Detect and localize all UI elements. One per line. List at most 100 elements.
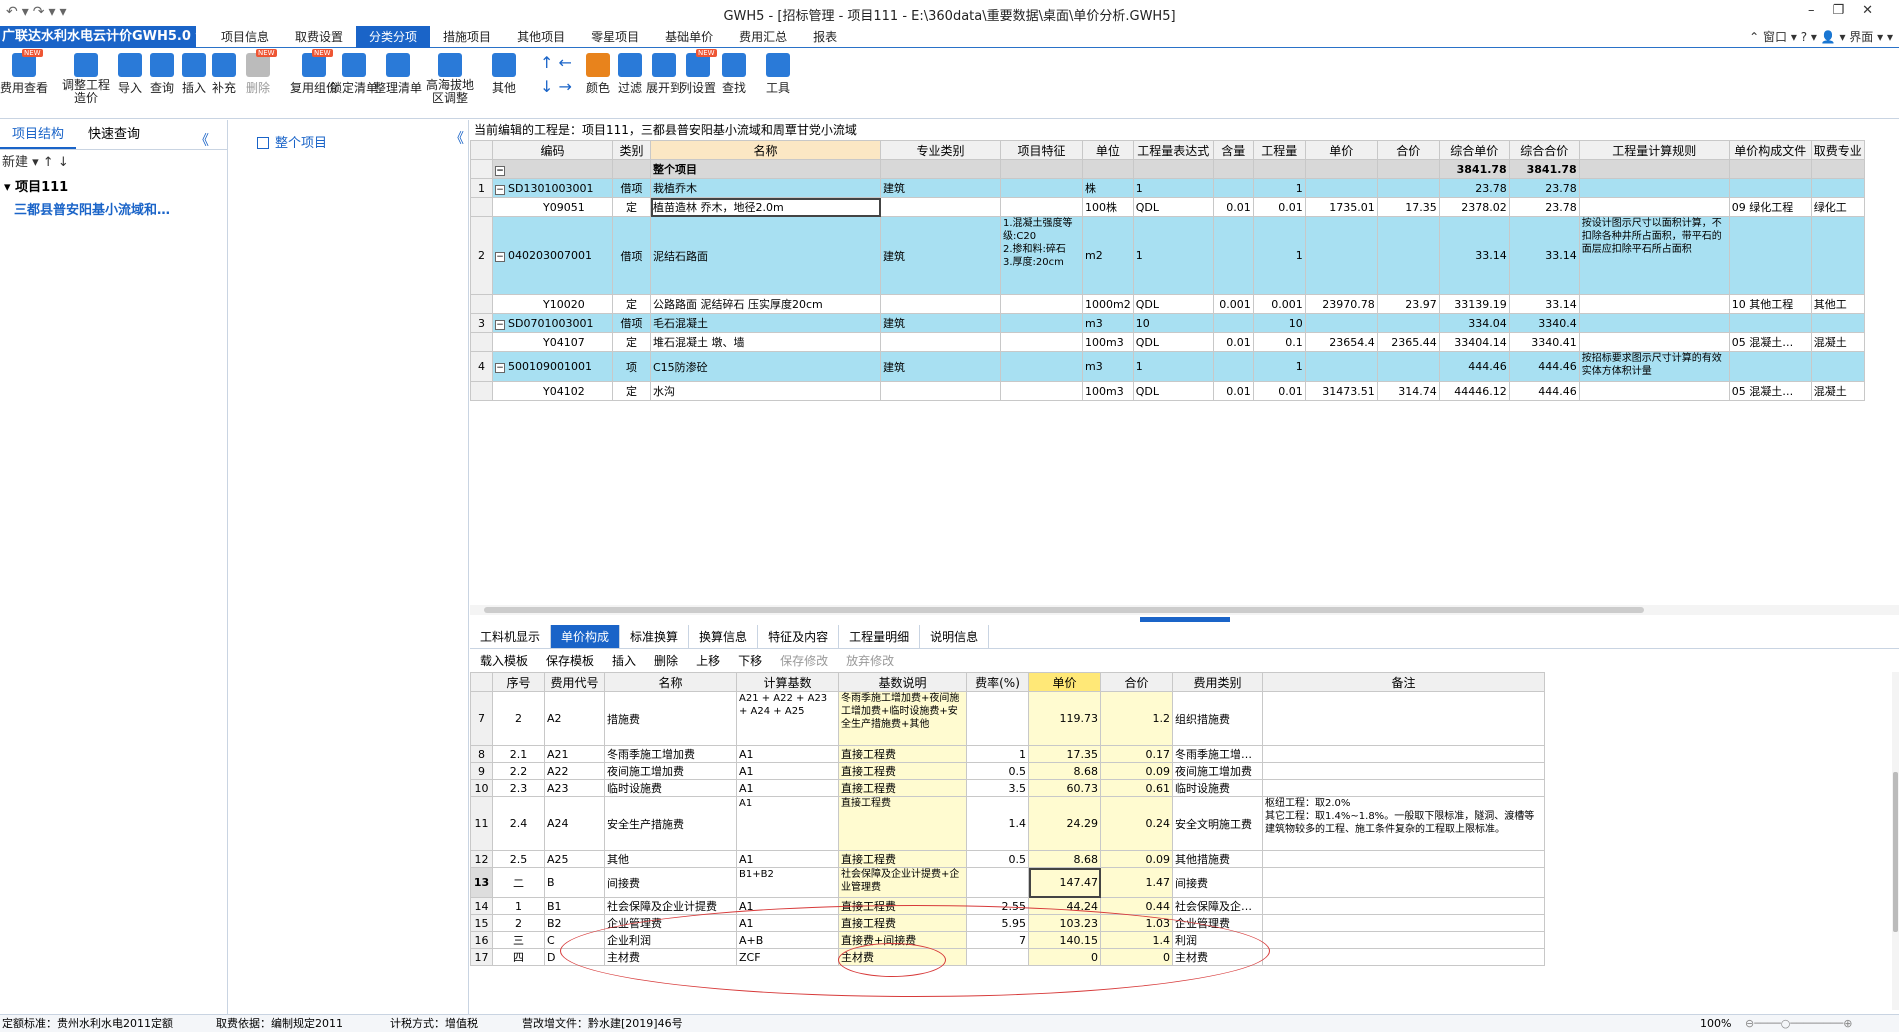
cell-desc[interactable]: 冬雨季施工增加费+夜间施工增加费+临时设施费+安全生产措施费+其他	[838, 691, 967, 746]
cell-seq[interactable]: 1	[492, 897, 545, 915]
cell-file[interactable]: 10 其他工程	[1728, 294, 1812, 314]
column-header[interactable]: 备注	[1262, 672, 1545, 692]
cell-rule[interactable]: 按招标要求图示尺寸计算的有效实体方体积计量	[1578, 351, 1730, 382]
cell-price[interactable]	[1304, 178, 1378, 198]
column-header[interactable]: 基数说明	[838, 672, 967, 692]
vertical-scrollbar[interactable]	[1892, 672, 1899, 1010]
window-controls[interactable]: –❐✕	[1808, 3, 1891, 18]
table-row[interactable]: 10 2.3 A23 临时设施费 A1 直接工程费 3.5 60.73 0.61 临时设施费	[470, 779, 1545, 797]
cell-file[interactable]: 05 混凝土…	[1728, 332, 1812, 352]
cell-total[interactable]	[1376, 216, 1440, 295]
cell-code[interactable]: −	[492, 159, 613, 179]
cell-ctotal[interactable]: 33.14	[1508, 216, 1580, 295]
bottom-tool-button[interactable]: 保存修改	[780, 654, 828, 668]
cell-spec[interactable]: 建筑	[880, 351, 1001, 382]
table-row[interactable]: 11 2.4 A24 安全生产措施费 A1 直接工程费 1.4 24.29 0.24 安全文明施工…	[470, 796, 1545, 851]
cell-cat[interactable]: 组织措施费	[1172, 691, 1263, 746]
cell-code[interactable]: Y10020	[492, 294, 613, 314]
cell-spec[interactable]	[880, 381, 1001, 401]
app-brand-menu[interactable]: 广联达水利水电云计价GWH5.0 ▾	[0, 26, 196, 48]
toolbar-button[interactable]: 补充	[212, 53, 236, 96]
menu-item[interactable]: 措施项目	[430, 26, 504, 48]
collapse-icon[interactable]: −	[495, 165, 505, 176]
horizontal-scrollbar[interactable]	[470, 605, 1899, 615]
collapse-icon[interactable]: −	[495, 363, 505, 373]
column-header[interactable]: 合价	[1376, 140, 1440, 160]
cell-code[interactable]: A2	[544, 691, 605, 746]
table-row[interactable]: Y10020 定公路路面 泥结碎石 压实厚度20cm 1000m2 QDL 0.001 0…	[470, 294, 1865, 314]
cell-code[interactable]: − SD0701003001	[492, 313, 613, 333]
cell-unit[interactable]: m3	[1082, 351, 1134, 382]
cell-feat[interactable]	[1000, 294, 1083, 314]
cell-code[interactable]: A22	[544, 762, 605, 780]
toolbar-button[interactable]: 过滤	[618, 53, 642, 96]
bottom-tab[interactable]: 单价构成	[551, 625, 621, 648]
column-header[interactable]: 单价构成文件	[1728, 140, 1812, 160]
column-header[interactable]: 项目特征	[1000, 140, 1083, 160]
toolbar-button[interactable]: 整理清单	[374, 53, 422, 96]
cell-seq[interactable]: 2	[492, 691, 545, 746]
toolbar-button[interactable]: 其他	[492, 53, 516, 96]
cell-expr[interactable]: 1	[1132, 216, 1214, 295]
cell-ctotal[interactable]: 444.46	[1508, 351, 1580, 382]
cell-expr[interactable]: 10	[1132, 313, 1214, 333]
cell-total[interactable]: 0.17	[1100, 745, 1173, 763]
cell-cat[interactable]: 社会保障及企…	[1172, 897, 1263, 915]
cell-price[interactable]	[1304, 351, 1378, 382]
cell-note[interactable]	[1262, 745, 1545, 763]
cell-name[interactable]: 临时设施费	[604, 779, 737, 797]
cell-fee[interactable]: 混凝土	[1810, 332, 1865, 352]
table-row[interactable]: Y04107 定堆石混凝土 墩、墙 100m3 QDL 0.01 0.1 23654.4 23…	[470, 332, 1865, 352]
cell-seq[interactable]: 四	[492, 948, 545, 966]
cell-total[interactable]: 2365.44	[1376, 332, 1440, 352]
cell-total[interactable]: 0.24	[1100, 796, 1173, 851]
cell-rate[interactable]: 1	[966, 745, 1029, 763]
cell-total[interactable]: 0.09	[1100, 762, 1173, 780]
cell-code[interactable]: Y04102	[492, 381, 613, 401]
cell-cprice[interactable]: 334.04	[1438, 313, 1510, 333]
bottom-tab[interactable]: 说明信息	[920, 625, 990, 648]
cell-type[interactable]	[612, 159, 651, 179]
cell-name[interactable]: 冬雨季施工增加费	[604, 745, 737, 763]
cell-cnt[interactable]	[1212, 178, 1254, 198]
cell-cnt[interactable]: 0.01	[1212, 381, 1254, 401]
cell-desc[interactable]: 直接工程费	[838, 762, 967, 780]
cell-total[interactable]	[1376, 313, 1440, 333]
cell-total[interactable]: 23.97	[1376, 294, 1440, 314]
cell-ctotal[interactable]: 3340.41	[1508, 332, 1580, 352]
cell-feat[interactable]	[1000, 178, 1083, 198]
bottom-tab[interactable]: 标准换算	[620, 625, 690, 648]
cell-base[interactable]: A1	[736, 850, 839, 868]
cell-feat[interactable]: 1.混凝土强度等级:C20 2.掺和料:碎石 3.厚度:20cm	[1000, 216, 1083, 295]
cell-price[interactable]: 17.35	[1028, 745, 1101, 763]
collapse-left-icon[interactable]: 《	[183, 126, 221, 156]
cell-total[interactable]	[1376, 351, 1440, 382]
cell-ctotal[interactable]: 23.78	[1508, 178, 1580, 198]
cell-spec[interactable]: 建筑	[880, 313, 1001, 333]
cell-rate[interactable]: 1.4	[966, 796, 1029, 851]
cell-unit[interactable]: m3	[1082, 313, 1134, 333]
cell-file[interactable]	[1728, 178, 1812, 198]
toolbar-button[interactable]: 颜色	[586, 53, 610, 96]
bottom-tool-button[interactable]: 载入模板	[480, 654, 528, 668]
cell-type[interactable]: 定	[612, 381, 651, 401]
cell-desc[interactable]: 直接工程费	[838, 850, 967, 868]
cell-total[interactable]: 0.09	[1100, 850, 1173, 868]
cell-price[interactable]: 60.73	[1028, 779, 1101, 797]
cell-seq[interactable]: 2.3	[492, 779, 545, 797]
cell-name[interactable]: 水沟	[650, 381, 881, 401]
cell-type[interactable]: 定	[612, 294, 651, 314]
cell-expr[interactable]	[1132, 159, 1214, 179]
cell-file[interactable]	[1728, 216, 1812, 295]
cell-code[interactable]: A23	[544, 779, 605, 797]
cell-rate[interactable]: 3.5	[966, 779, 1029, 797]
cell-name[interactable]: 间接费	[604, 867, 737, 898]
cell-cnt[interactable]	[1212, 351, 1254, 382]
cell-code[interactable]: A25	[544, 850, 605, 868]
cell-seq[interactable]: 2.2	[492, 762, 545, 780]
cell-unit[interactable]: 1000m2	[1082, 294, 1134, 314]
toolbar-button[interactable]: 锁定清单	[330, 53, 378, 96]
collapse-mid-icon[interactable]: 《	[450, 128, 464, 148]
cell-name[interactable]: 公路路面 泥结碎石 压实厚度20cm	[650, 294, 881, 314]
table-row[interactable]: Y09051 定植苗造林 乔木，地径2.0m 100株 QDL 0.01 0.01 1735…	[470, 197, 1865, 217]
